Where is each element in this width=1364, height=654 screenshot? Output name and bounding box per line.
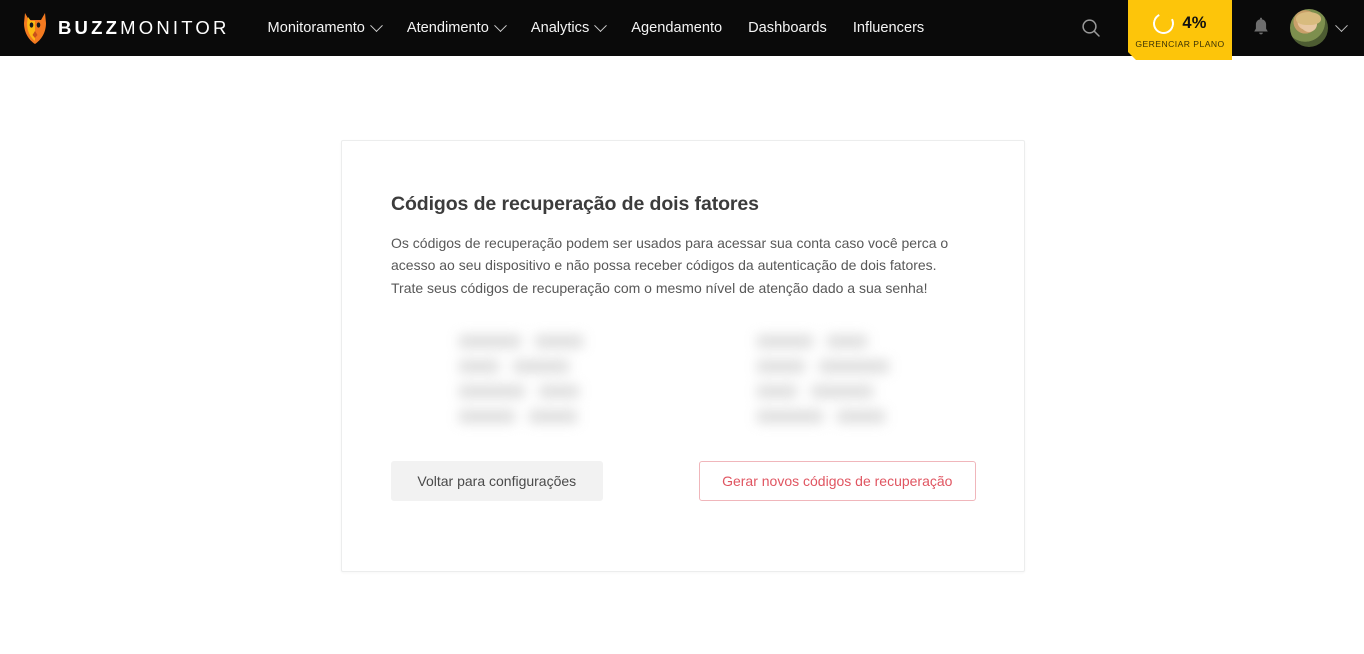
recovery-codes-column-left: [459, 335, 607, 424]
nav-label-dashboards: Dashboards: [748, 20, 827, 36]
obscured-code: [757, 410, 823, 424]
obscured-code: [459, 360, 499, 374]
user-menu[interactable]: [1290, 9, 1348, 47]
obscured-code: [827, 335, 867, 349]
nav-item-monitoramento[interactable]: Monitoramento: [267, 14, 383, 42]
avatar: [1290, 9, 1328, 47]
obscured-code: [535, 335, 583, 349]
header-actions: 4% GERENCIAR PLANO: [1068, 0, 1364, 56]
recovery-code-row: [459, 335, 607, 349]
obscured-code: [459, 335, 521, 349]
chevron-down-icon: [370, 18, 383, 32]
card-description: Os códigos de recuperação podem ser usad…: [391, 235, 949, 296]
search-icon: [1082, 19, 1100, 37]
obscured-code: [539, 385, 579, 399]
nav-item-agendamento[interactable]: Agendamento: [631, 14, 722, 42]
recovery-code-row: [459, 360, 607, 374]
nav-label-atendimento: Atendimento: [406, 20, 489, 36]
card-actions: Voltar para configurações Gerar novos có…: [391, 461, 976, 502]
plan-percent: 4%: [1182, 14, 1207, 32]
obscured-code: [459, 385, 525, 399]
obscured-code: [459, 410, 515, 424]
recovery-codes-card: Códigos de recuperação de dois fatores O…: [341, 140, 1025, 572]
nav-label-influencers: Influencers: [852, 20, 925, 36]
top-navigation-bar: BUZZMONITOR Monitoramento Atendimento An…: [0, 0, 1364, 56]
obscured-code: [757, 385, 797, 399]
brand-name: BUZZMONITOR: [58, 17, 230, 39]
nav-item-atendimento[interactable]: Atendimento: [406, 14, 507, 42]
card-content: Códigos de recuperação de dois fatores O…: [342, 141, 1024, 502]
manage-plan-badge[interactable]: 4% GERENCIAR PLANO: [1128, 0, 1232, 60]
nav-item-influencers[interactable]: Influencers: [853, 14, 924, 42]
recovery-code-row: [757, 385, 905, 399]
recovery-codes-list: [391, 335, 976, 424]
fox-logo-icon: [24, 13, 46, 44]
recovery-code-row: [757, 410, 905, 424]
back-to-settings-button[interactable]: Voltar para configurações: [391, 461, 603, 502]
nav-label-monitoramento: Monitoramento: [267, 20, 365, 36]
search-button[interactable]: [1068, 0, 1114, 56]
bell-icon: [1254, 17, 1268, 35]
nav-label-agendamento: Agendamento: [631, 20, 723, 36]
nav-item-dashboards[interactable]: Dashboards: [748, 14, 827, 42]
page-title: Códigos de recuperação de dois fatores: [391, 193, 759, 215]
brand-logo[interactable]: BUZZMONITOR: [22, 11, 230, 45]
recovery-code-row: [757, 335, 905, 349]
nav-item-analytics[interactable]: Analytics: [530, 14, 608, 42]
generate-new-codes-button[interactable]: Gerar novos códigos de recuperação: [698, 461, 976, 502]
plan-progress-ring-icon: [1151, 10, 1177, 36]
nav-label-analytics: Analytics: [530, 20, 590, 36]
obscured-code: [513, 360, 569, 374]
recovery-code-row: [459, 385, 607, 399]
obscured-code: [757, 335, 813, 349]
recovery-code-row: [757, 360, 905, 374]
notifications-button[interactable]: [1238, 0, 1284, 56]
page-body: Códigos de recuperação de dois fatores O…: [0, 56, 1364, 654]
recovery-codes-column-right: [757, 335, 905, 424]
chevron-down-icon: [493, 18, 507, 32]
recovery-code-row: [459, 410, 607, 424]
plan-label: GERENCIAR PLANO: [1135, 39, 1225, 49]
obscured-code: [837, 410, 885, 424]
obscured-code: [811, 385, 873, 399]
chevron-down-icon: [1335, 18, 1348, 32]
chevron-down-icon: [594, 18, 608, 32]
obscured-code: [757, 360, 805, 374]
brand-name-bold: BUZZ: [58, 17, 121, 38]
obscured-code: [819, 360, 889, 374]
plan-usage: 4%: [1153, 13, 1206, 34]
main-nav: Monitoramento Atendimento Analytics Agen…: [267, 14, 924, 42]
brand-name-light: MONITOR: [120, 17, 230, 38]
obscured-code: [529, 410, 577, 424]
